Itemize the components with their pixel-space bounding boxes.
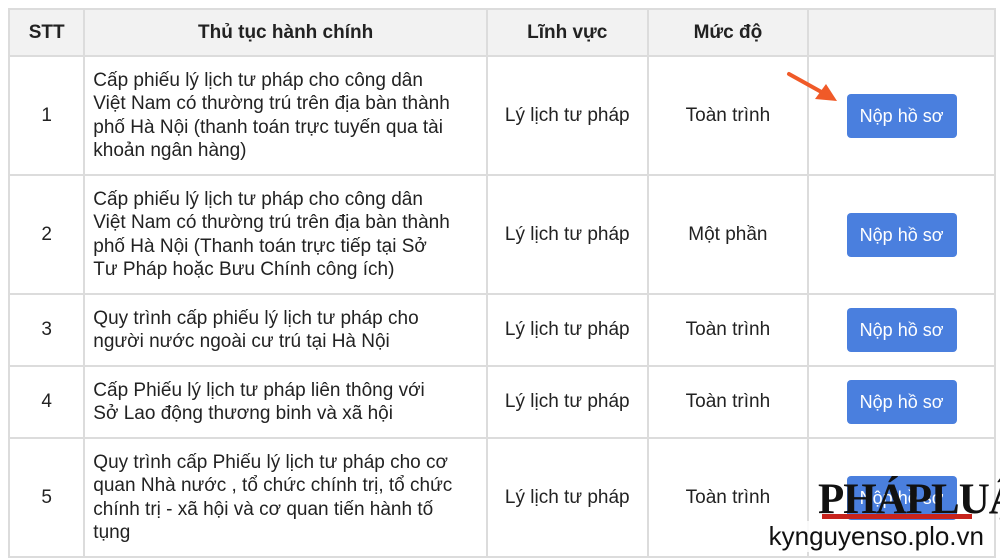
column-header-procedure: Thủ tục hành chính	[85, 10, 486, 55]
procedure-name-line: phố Hà Nội (Thanh toán trực tiếp tại Sở	[93, 235, 427, 257]
row-stt: 3	[10, 295, 84, 365]
action-cell: Nộp hồ sơ	[809, 367, 994, 437]
procedure-name: Cấp phiếu lý lịch tư pháp cho công dân V…	[85, 57, 486, 174]
procedure-name-line: Cấp Phiếu lý lịch tư pháp liên thông với	[93, 379, 425, 401]
arrow-pointing-right-icon	[787, 72, 837, 101]
row-stt: 4	[10, 367, 84, 437]
procedure-name-line: Việt Nam có thường trú trên địa bàn thàn…	[93, 212, 450, 233]
procedure-name-line: người nước ngoài cư trú tại Hà Nội	[93, 331, 390, 352]
submit-application-button[interactable]: Nộp hồ sơ	[846, 212, 957, 257]
column-header-stt: STT	[10, 10, 84, 55]
level-cell: Toàn trình	[648, 295, 808, 365]
column-header-action	[809, 10, 994, 55]
submit-application-button[interactable]: Nộp hồ sơ	[846, 380, 957, 424]
procedure-name-line: Việt Nam có thường trú trên địa bàn thàn…	[93, 93, 450, 114]
table-row: 2 Cấp phiếu lý lịch tư pháp cho công dân…	[10, 176, 994, 293]
action-cell: Nộp hồ sơ	[809, 176, 994, 293]
column-header-level: Mức độ	[648, 10, 808, 55]
website-watermark: kynguyenso.plo.vn	[764, 521, 988, 552]
procedure-name-line: phố Hà Nội (thanh toán trực tuyến qua tà…	[93, 116, 443, 138]
procedure-name: Quy trình cấp phiếu lý lịch tư pháp cho …	[85, 295, 486, 365]
procedure-name-line: Cấp phiếu lý lịch tư pháp cho công dân	[93, 188, 423, 210]
phapluat-logo: PHÁPLUẬT	[818, 478, 1000, 526]
procedure-name: Cấp phiếu lý lịch tư pháp cho công dân V…	[85, 176, 486, 293]
table-header-row: STT Thủ tục hành chính Lĩnh vực Mức độ	[10, 10, 994, 55]
field-cell: Lý lịch tư pháp	[487, 367, 647, 437]
procedure-name-line: Sở Lao động thương binh và xã hội	[93, 403, 393, 424]
procedure-name-line: Tư Pháp hoặc Bưu Chính công ích)	[93, 259, 395, 280]
procedure-name-line: chính trị - xã hội và cơ quan tiến hành …	[93, 498, 434, 520]
procedure-name-line: Quy trình cấp Phiếu lý lịch tư pháp cho …	[93, 451, 448, 473]
procedure-name: Cấp Phiếu lý lịch tư pháp liên thông với…	[85, 367, 486, 437]
procedure-name: Quy trình cấp Phiếu lý lịch tư pháp cho …	[85, 439, 486, 556]
level-cell: Toàn trình	[648, 367, 808, 437]
column-header-field: Lĩnh vực	[487, 10, 647, 55]
logo-underline	[822, 514, 972, 519]
row-stt: 2	[10, 176, 84, 293]
procedure-name-line: quan Nhà nước , tổ chức chính trị, tổ ch…	[93, 475, 453, 496]
field-cell: Lý lịch tư pháp	[487, 176, 647, 293]
field-cell: Lý lịch tư pháp	[487, 295, 647, 365]
table-row: 1 Cấp phiếu lý lịch tư pháp cho công dân…	[10, 57, 994, 174]
procedure-name-line: Quy trình cấp phiếu lý lịch tư pháp cho	[93, 307, 419, 329]
level-cell: Một phần	[648, 176, 808, 293]
level-cell: Toàn trình	[648, 57, 808, 174]
row-stt: 5	[10, 439, 84, 556]
field-cell: Lý lịch tư pháp	[487, 439, 647, 556]
row-stt: 1	[10, 57, 84, 174]
table-row: 3 Quy trình cấp phiếu lý lịch tư pháp ch…	[10, 295, 994, 365]
submit-application-button[interactable]: Nộp hồ sơ	[846, 93, 957, 138]
procedure-name-line: tụng	[93, 522, 131, 543]
action-cell: Nộp hồ sơ	[809, 295, 994, 365]
procedure-name-line: Cấp phiếu lý lịch tư pháp cho công dân	[93, 69, 423, 91]
table-row: 4 Cấp Phiếu lý lịch tư pháp liên thông v…	[10, 367, 994, 437]
submit-application-button[interactable]: Nộp hồ sơ	[846, 308, 957, 352]
procedure-name-line: khoản ngân hàng)	[93, 140, 247, 161]
field-cell: Lý lịch tư pháp	[487, 57, 647, 174]
